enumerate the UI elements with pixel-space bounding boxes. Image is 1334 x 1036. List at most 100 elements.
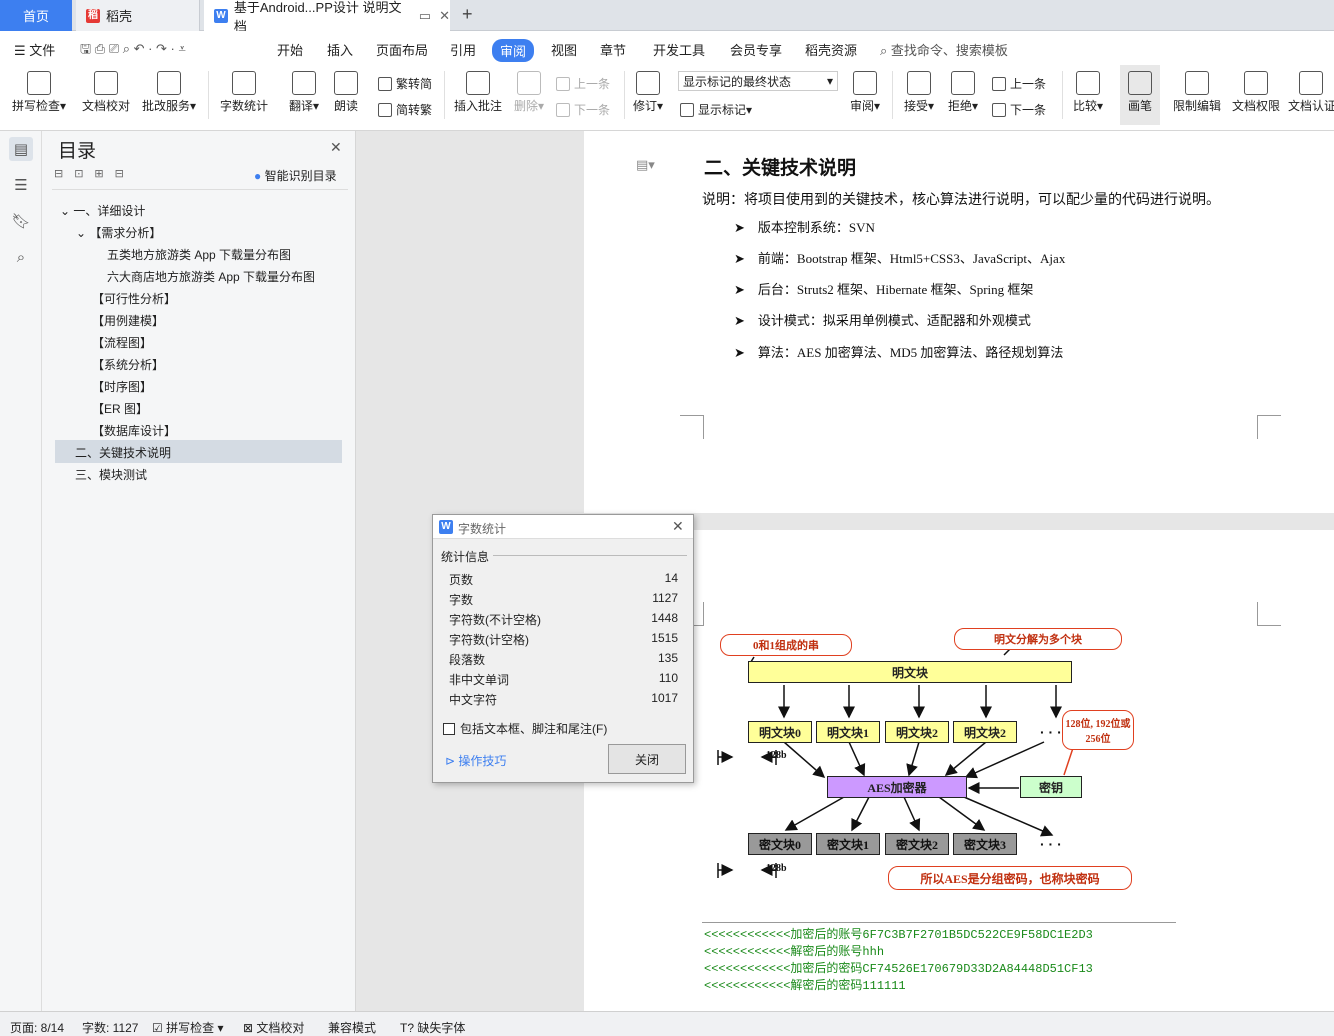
proofread-status[interactable]: ⊠ 文档校对	[243, 1019, 304, 1036]
toc-item[interactable]: 【时序图】	[92, 378, 152, 395]
ellipsis: · · ·	[1040, 836, 1062, 852]
margin-mark	[1257, 415, 1281, 439]
menu-section[interactable]: 章节	[600, 40, 626, 59]
stat-value: 1515	[651, 631, 678, 645]
page-menu-icon[interactable]: ▤▾	[636, 157, 655, 173]
reject-button[interactable]: 拒绝▾	[944, 65, 982, 125]
toc-title: 目录	[58, 141, 97, 162]
menu-review[interactable]: 审阅	[492, 39, 535, 62]
toc-item[interactable]: 【用例建模】	[92, 312, 164, 329]
file-menu[interactable]: ☰ 文件	[14, 40, 55, 59]
writer-icon: W	[214, 8, 228, 23]
block-size-label: 128b	[766, 863, 787, 874]
prev-comment-button[interactable]: 上一条	[556, 75, 610, 92]
pen-button[interactable]: 画笔	[1120, 65, 1160, 125]
next-change-button[interactable]: 下一条	[992, 101, 1046, 118]
document-page[interactable]: 0和1组成的串 明文分解为多个块 明文块 明文块0 明文块1 明文块2 明文块2…	[584, 530, 1334, 1011]
menu-insert[interactable]: 插入	[327, 40, 353, 59]
simp-to-trad-button[interactable]: 简转繁	[378, 101, 432, 118]
spell-check-button[interactable]: 拼写检查▾	[8, 65, 70, 125]
bookmark-icon[interactable]: 🔖︎	[9, 209, 33, 233]
toc-controls[interactable]: ⊟⊡⊞⊟	[54, 167, 135, 180]
close-tab-icon[interactable]: ✕	[439, 8, 450, 24]
menu-devtools[interactable]: 开发工具	[653, 40, 705, 59]
quick-access-toolbar[interactable]: 🖫 ⎙ ⎚ ⌕ ↶ · ↷ · ⩡	[80, 40, 186, 62]
translate-label: 翻译	[288, 99, 313, 113]
delete-comment-button[interactable]: 删除▾	[510, 65, 548, 125]
tab-home[interactable]: 首页	[0, 0, 72, 31]
review-pane-button[interactable]: 审阅▾	[846, 65, 884, 125]
bullet-item: ➤ 后台：Struts2 框架、Hibernate 框架、Spring 框架	[734, 282, 1034, 297]
read-aloud-button[interactable]: 朗读	[330, 65, 362, 125]
divider	[702, 922, 1176, 923]
plaintext-block-1: 明文块1	[816, 721, 880, 743]
smart-toc-button[interactable]: ● 智能识别目录	[254, 167, 337, 184]
toc-item[interactable]: ⌄ 【需求分析】	[76, 224, 161, 241]
screen-icon[interactable]: ▭	[419, 8, 431, 24]
accept-button[interactable]: 接受▾	[900, 65, 938, 125]
menu-daoke-resources[interactable]: 稻壳资源	[805, 40, 857, 59]
close-button[interactable]: 关闭	[608, 744, 686, 774]
search-icon[interactable]: ⌕	[9, 245, 33, 269]
close-icon[interactable]: ✕	[330, 139, 342, 156]
toc-item[interactable]: 五类地方旅游类 App 下载量分布图	[107, 246, 291, 263]
word-count-icon	[232, 71, 256, 95]
toc-item[interactable]: 【可行性分析】	[92, 290, 176, 307]
toc-item[interactable]: 【ER 图】	[92, 400, 148, 417]
compare-button[interactable]: 比较▾	[1068, 65, 1108, 125]
page-indicator[interactable]: 页面: 8/14	[10, 1019, 64, 1036]
menu-layout[interactable]: 页面布局	[376, 40, 428, 59]
word-count-button[interactable]: 字数统计	[216, 65, 272, 125]
toc-item[interactable]: 【流程图】	[92, 334, 152, 351]
word-count-indicator[interactable]: 字数: 1127	[82, 1019, 138, 1036]
new-tab-icon[interactable]: +	[462, 4, 473, 25]
missing-font-status[interactable]: T? 缺失字体	[400, 1019, 465, 1036]
toc-item[interactable]: 【系统分析】	[92, 356, 164, 373]
toc-item[interactable]: 三、模块测试	[75, 466, 147, 483]
menu-start[interactable]: 开始	[277, 40, 303, 59]
stat-label: 非中文单词	[449, 673, 510, 687]
tab-document[interactable]: W 基于Android...PP设计 说明文档 ▭ ✕	[204, 0, 450, 34]
prev-change-button[interactable]: 上一条	[992, 75, 1046, 92]
block-size-label: 128b	[766, 750, 787, 761]
doc-certify-label: 文档认证	[1288, 99, 1334, 113]
spell-check-status[interactable]: ☑ 拼写检查 ▾	[152, 1019, 223, 1036]
document-page[interactable]: ▤▾ 二、关键技术说明 说明：将项目使用到的关键技术，核心算法进行说明，可以配少…	[584, 131, 1334, 513]
accept-icon	[907, 71, 931, 95]
toc-panel-icon[interactable]: ▤	[9, 137, 33, 161]
trad-to-simp-label: 繁转简	[396, 77, 433, 91]
console-line: <<<<<<<<<<<<解密后的账号hhh	[704, 945, 885, 959]
insert-comment-button[interactable]: 插入批注	[452, 65, 504, 125]
next-comment-button[interactable]: 下一条	[556, 101, 610, 118]
revise-button[interactable]: 修订▾	[630, 65, 666, 125]
markup-state-select[interactable]: 显示标记的最终状态 ▾	[678, 71, 838, 91]
translate-button[interactable]: 翻译▾	[284, 65, 324, 125]
proofread-button[interactable]: 文档校对	[78, 65, 134, 125]
command-search[interactable]: ⌕ 查找命令、搜索模板	[880, 40, 1008, 59]
menu-view[interactable]: 视图	[551, 40, 577, 59]
trad-to-simp-button[interactable]: 繁转简	[378, 75, 432, 92]
toc-item[interactable]: ⌄ 一、详细设计	[60, 202, 145, 219]
dialog-titlebar[interactable]: W 字数统计 ✕	[433, 515, 693, 539]
menu-references[interactable]: 引用	[450, 40, 476, 59]
stat-row: 字数 1127	[449, 591, 678, 608]
close-icon[interactable]: ✕	[672, 518, 684, 535]
show-markup-button[interactable]: 显示标记 ▾	[680, 101, 752, 118]
tab-daoke[interactable]: 稻稻壳	[76, 0, 200, 31]
toc-item-selected[interactable]: 二、关键技术说明	[75, 444, 171, 461]
compat-mode-status[interactable]: 兼容模式	[328, 1019, 376, 1036]
console-line: <<<<<<<<<<<<加密后的账号6F7C3B7F2701B5DC522CE9…	[704, 928, 1093, 942]
menu-member[interactable]: 会员专享	[730, 40, 782, 59]
tips-link[interactable]: ⊳ 操作技巧	[445, 752, 506, 769]
include-textbox-checkbox[interactable]: 包括文本框、脚注和尾注(F)	[443, 720, 607, 737]
toc-item[interactable]: 六大商店地方旅游类 App 下载量分布图	[107, 268, 315, 285]
correction-service-button[interactable]: 批改服务▾	[138, 65, 200, 125]
restrict-editing-button[interactable]: 限制编辑	[1170, 65, 1224, 125]
toc-item[interactable]: 【数据库设计】	[92, 422, 176, 439]
checkbox-label: 包括文本框、脚注和尾注(F)	[460, 722, 608, 736]
doc-permission-button[interactable]: 文档权限	[1230, 65, 1282, 125]
doc-certify-button[interactable]: 文档认证	[1288, 65, 1334, 125]
ellipsis: · · ·	[1040, 724, 1062, 740]
navigation-icon[interactable]: ☰	[9, 173, 33, 197]
translate-icon	[292, 71, 316, 95]
